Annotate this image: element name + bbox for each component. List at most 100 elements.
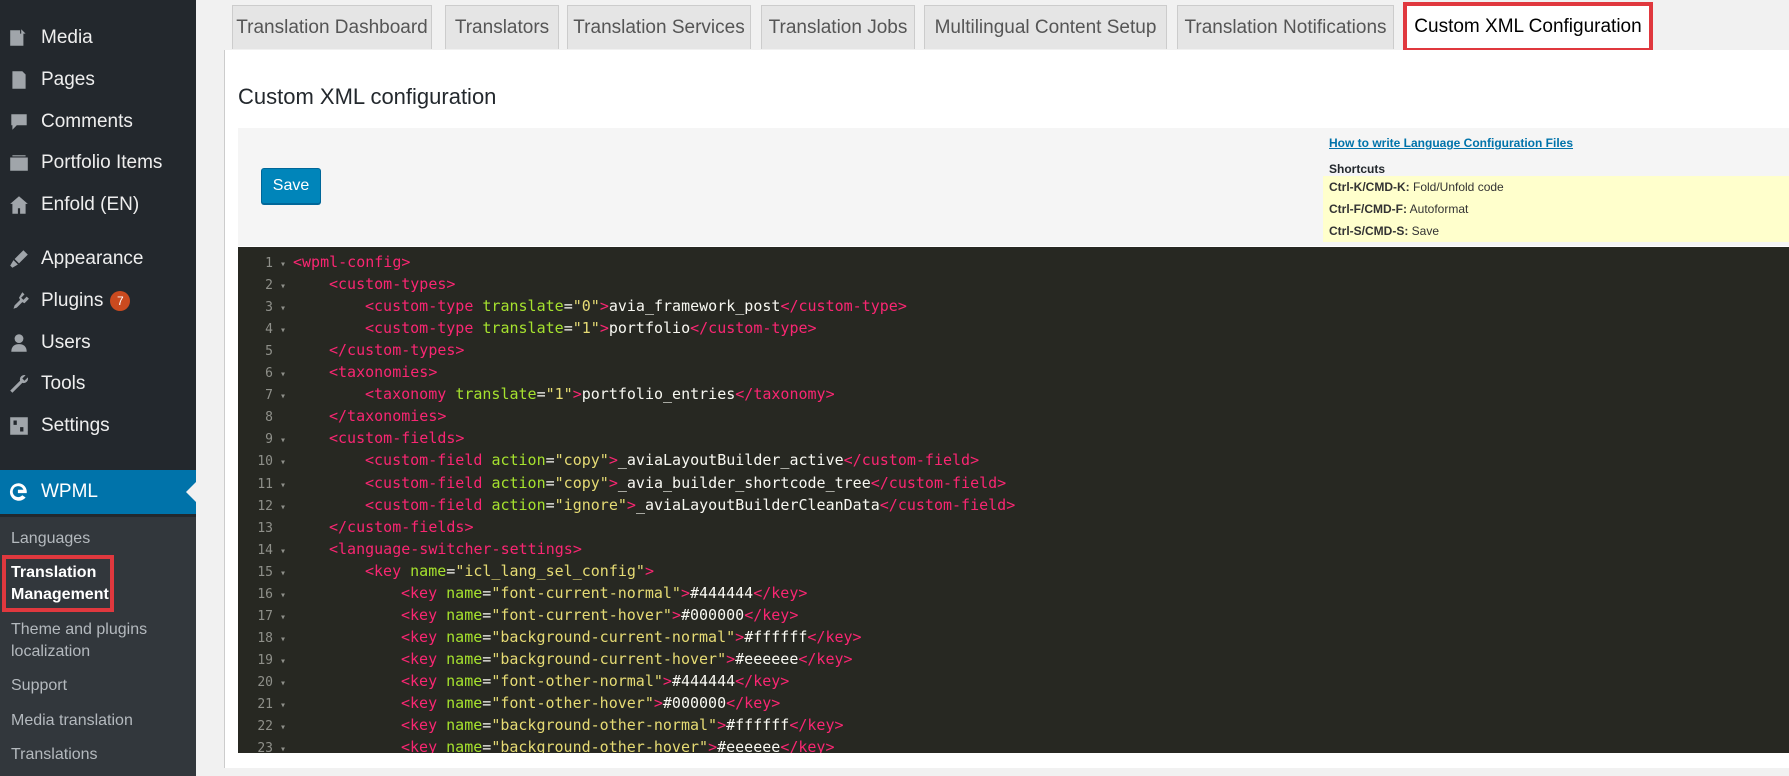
- code-token-tag: </key>: [798, 649, 853, 668]
- code-line[interactable]: 22 ▾ <key name="background-other-normal">#…: [238, 714, 843, 736]
- code-token-txt: #eeeeee: [717, 738, 781, 753]
- code-token-txt: =: [545, 451, 555, 470]
- code-token-tag: </custom-type>: [690, 319, 817, 338]
- menu-item-plugins[interactable]: Plugins 7: [0, 281, 196, 321]
- code-line[interactable]: 13 </custom-fields>: [238, 516, 473, 538]
- code-token-tag: <custom-fields>: [329, 429, 465, 448]
- code-line[interactable]: 7 ▾ <taxonomy translate="1">portfolio_entr…: [238, 383, 834, 405]
- line-number: 15: [257, 564, 273, 580]
- code-token-tag: <key: [401, 738, 447, 753]
- code-text: <key name="background-current-normal">#f…: [293, 626, 862, 648]
- code-line[interactable]: 16 ▾ <key name="font-current-normal">#4444…: [238, 582, 807, 604]
- code-token-val: "1": [572, 319, 600, 338]
- code-text: <key name="font-current-hover">#000000</…: [293, 604, 798, 626]
- code-token-tag: <custom-field: [365, 451, 492, 470]
- tab-translators[interactable]: Translators: [445, 5, 559, 49]
- code-line[interactable]: 8 </taxonomies>: [238, 405, 446, 427]
- tab-translation-jobs[interactable]: Translation Jobs: [761, 5, 915, 49]
- menu-item-wpml[interactable]: WPML: [0, 470, 196, 514]
- line-number: 6: [265, 366, 273, 382]
- highlight-box: [2, 555, 114, 612]
- code-text: <key name="background-other-hover">#eeee…: [293, 736, 835, 753]
- code-line[interactable]: 5 </custom-types>: [238, 339, 464, 361]
- shortcut-keys: Ctrl-F/CMD-F:: [1329, 202, 1407, 216]
- line-number: 18: [257, 630, 273, 646]
- code-line[interactable]: 4 ▾ <custom-type translate="1">portfolio</…: [238, 317, 817, 339]
- menu-item-label: Users: [41, 332, 91, 353]
- submenu-item-media-translation[interactable]: Media translation: [11, 710, 133, 732]
- tab-translation-notifications[interactable]: Translation Notifications: [1177, 5, 1394, 49]
- line-number: 11: [257, 476, 273, 492]
- code-token-txt: =: [482, 716, 492, 735]
- menu-item-appearance[interactable]: Appearance: [0, 239, 196, 279]
- submenu-item-theme-plugins-localization[interactable]: Theme and plugins localization: [11, 619, 181, 663]
- menu-item-enfold[interactable]: Enfold (EN): [0, 185, 196, 225]
- menu-item-pages[interactable]: Pages: [0, 60, 196, 100]
- code-token-tag: >: [644, 561, 654, 580]
- code-token-tag: >: [717, 716, 727, 735]
- code-token-tag: >: [726, 649, 736, 668]
- code-line[interactable]: 17 ▾ <key name="font-current-hover">#00000…: [238, 604, 798, 626]
- submenu-item-support[interactable]: Support: [11, 675, 67, 697]
- line-number: 7: [265, 388, 273, 404]
- tab-translation-dashboard[interactable]: Translation Dashboard: [232, 5, 432, 49]
- current-menu-arrow: [186, 482, 196, 502]
- code-line[interactable]: 14 ▾ <language-switcher-settings>: [238, 538, 582, 560]
- code-token-val: "copy": [554, 473, 609, 492]
- code-line[interactable]: 19 ▾ <key name="background-current-hover">…: [238, 648, 853, 670]
- code-token-txt: =: [482, 671, 492, 690]
- code-token-val: "background-current-normal": [491, 627, 736, 646]
- code-text: </custom-types>: [293, 339, 464, 361]
- settings-panel: Custom XML configuration Save How to wri…: [224, 50, 1789, 768]
- code-token-tag: <taxonomy: [365, 385, 456, 404]
- code-line[interactable]: 18 ▾ <key name="background-current-normal"…: [238, 626, 862, 648]
- code-line[interactable]: 11 ▾ <custom-field action="copy">_avia_bui…: [238, 472, 1006, 494]
- submenu-item-translations[interactable]: Translations: [11, 744, 98, 766]
- xml-code-editor[interactable]: 1 ▾ <wpml-config> 2 ▾ <custom-types> 3 ▾ <custom…: [238, 247, 1789, 753]
- tab-custom-xml-configuration[interactable]: Custom XML Configuration: [1403, 2, 1653, 52]
- code-line[interactable]: 10 ▾ <custom-field action="copy">_aviaLayo…: [238, 449, 979, 471]
- menu-item-comments[interactable]: Comments: [0, 102, 196, 142]
- code-token-txt: #000000: [680, 605, 745, 624]
- code-line[interactable]: 9 ▾ <custom-fields>: [238, 427, 464, 449]
- code-token-txt: #eeeeee: [735, 649, 799, 668]
- page-title: Custom XML configuration: [238, 84, 497, 109]
- code-line[interactable]: 3 ▾ <custom-type translate="0">avia_framew…: [238, 295, 907, 317]
- line-number: 20: [257, 674, 273, 690]
- code-token-tag: <custom-type: [365, 297, 483, 316]
- menu-item-settings[interactable]: Settings: [0, 406, 196, 446]
- line-number: 3: [265, 300, 273, 316]
- line-number: 8: [265, 410, 273, 426]
- submenu-item-languages[interactable]: Languages: [11, 528, 90, 550]
- editor-toolbar: Save How to write Language Configuration…: [238, 128, 1789, 246]
- code-line[interactable]: 2 ▾ <custom-types>: [238, 273, 455, 295]
- save-button[interactable]: Save: [261, 168, 321, 204]
- menu-item-label: Settings: [41, 415, 110, 436]
- code-line[interactable]: 12 ▾ <custom-field action="ignore">_aviaLa…: [238, 494, 1015, 516]
- tab-translation-services[interactable]: Translation Services: [567, 5, 751, 49]
- code-line[interactable]: 1 ▾ <wpml-config>: [238, 251, 410, 273]
- code-text: <custom-field action="ignore">_aviaLayou…: [293, 494, 1015, 516]
- code-token-tag: </key>: [726, 694, 781, 712]
- fold-toggle-icon[interactable]: ▾: [273, 739, 293, 753]
- code-token-tag: >: [680, 583, 690, 602]
- code-token-txt: #444444: [690, 583, 754, 602]
- menu-item-tools[interactable]: Tools: [0, 364, 196, 404]
- line-number: 1: [265, 256, 273, 271]
- line-number: 5: [265, 344, 273, 360]
- menu-item-portfolio[interactable]: Portfolio Items: [0, 143, 196, 183]
- code-line[interactable]: 20 ▾ <key name="font-other-normal">#444444…: [238, 670, 789, 692]
- code-token-txt: #ffffff: [726, 716, 790, 735]
- help-link[interactable]: How to write Language Configuration File…: [1329, 136, 1573, 150]
- code-line[interactable]: 6 ▾ <taxonomies>: [238, 361, 437, 383]
- tab-multilingual-content-setup[interactable]: Multilingual Content Setup: [924, 5, 1167, 49]
- code-token-tag: >: [608, 451, 618, 470]
- code-line[interactable]: 15 ▾ <key name="icl_lang_sel_config">: [238, 560, 654, 582]
- code-line[interactable]: 21 ▾ <key name="font-other-hover">#000000<…: [238, 692, 780, 714]
- shortcut-desc: Save: [1408, 224, 1440, 238]
- code-line[interactable]: 23 ▾ <key name="background-other-hover">#e…: [238, 736, 835, 753]
- code-token-txt: =: [482, 583, 492, 602]
- menu-item-users[interactable]: Users: [0, 323, 196, 363]
- code-token-tag: >: [671, 605, 681, 624]
- menu-item-media[interactable]: Media: [0, 18, 196, 58]
